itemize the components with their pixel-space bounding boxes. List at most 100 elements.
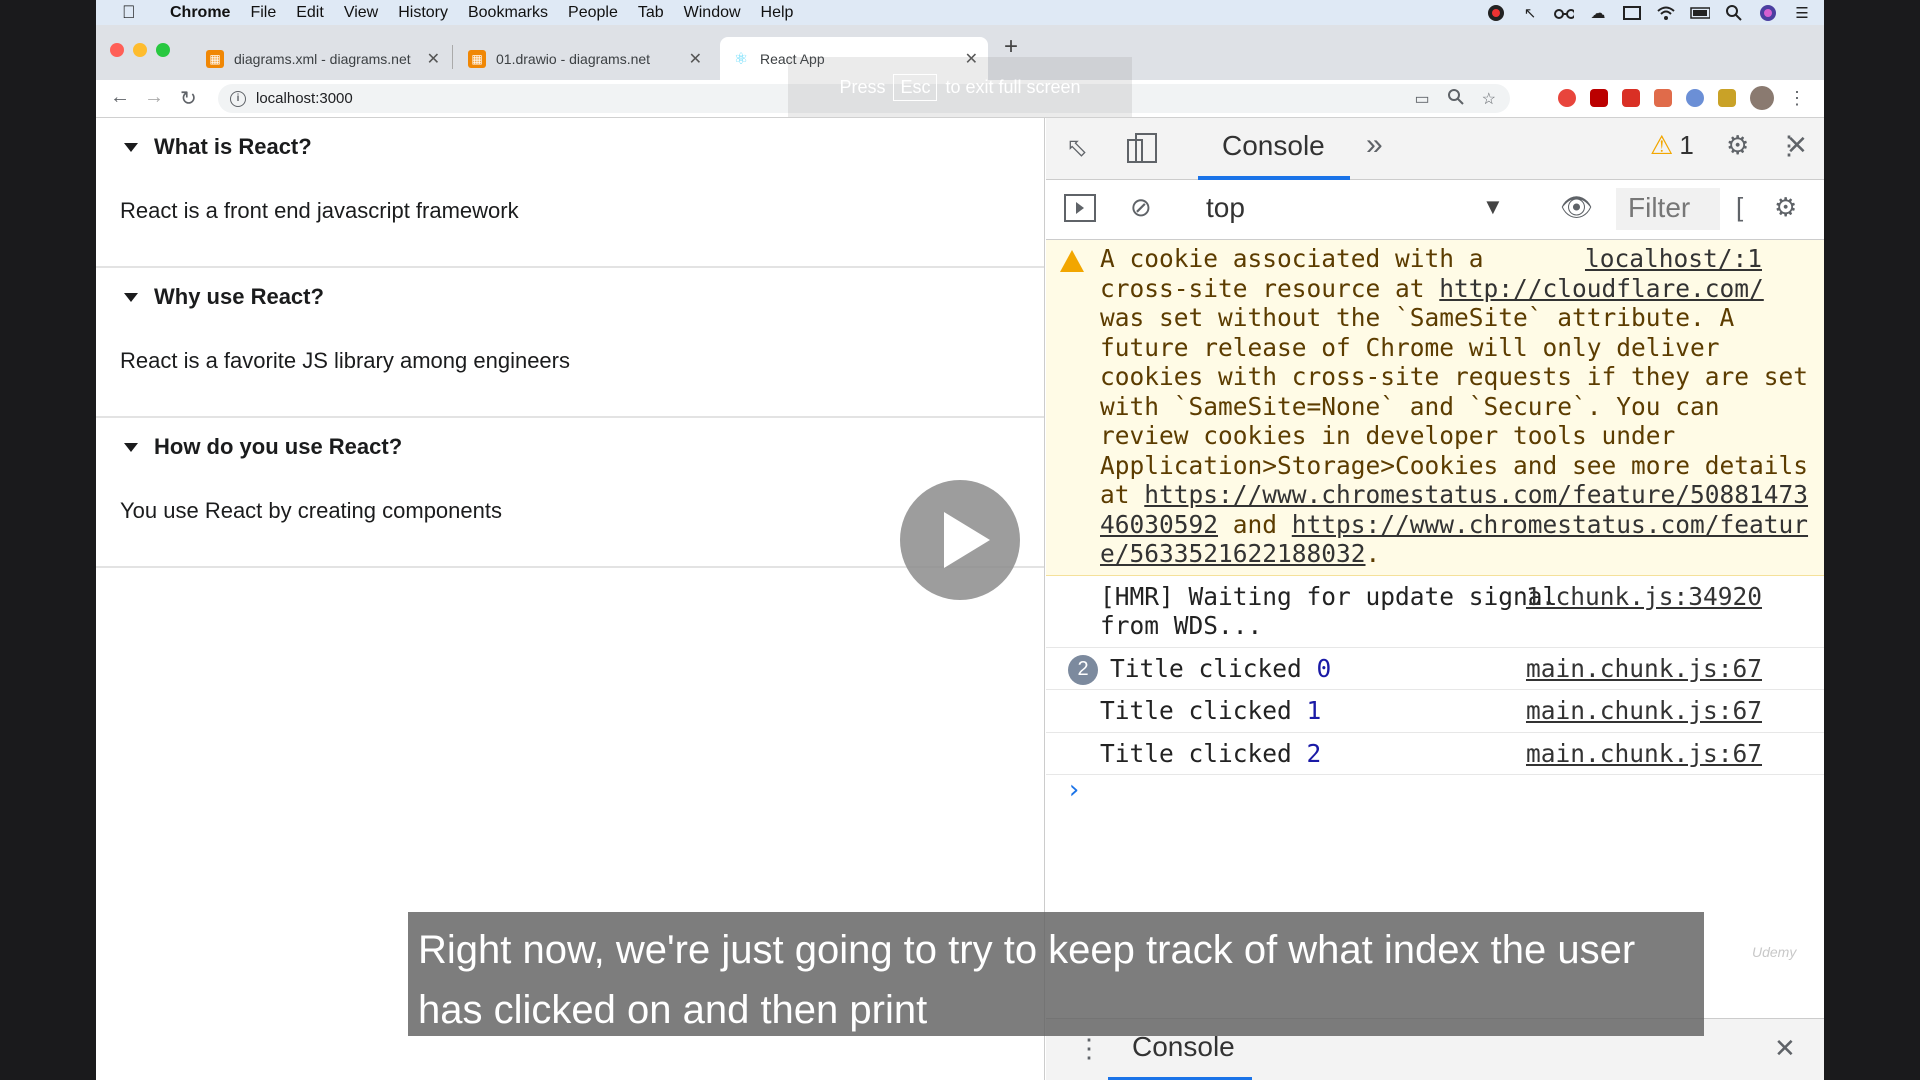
menu-help[interactable]: Help: [761, 4, 794, 22]
device-toolbar-icon[interactable]: [1126, 132, 1158, 171]
toast-text: to exit full screen: [945, 76, 1081, 97]
extension-red-icon[interactable]: [1558, 89, 1576, 107]
siri-icon[interactable]: [1758, 4, 1778, 21]
console-message: Title clicked 1 main.chunk.js:67: [1046, 690, 1824, 733]
close-window-button[interactable]: [110, 43, 124, 57]
drawio-favicon-icon: ▦: [206, 49, 224, 68]
notification-center-icon[interactable]: ☰: [1792, 5, 1812, 22]
reload-icon[interactable]: ↻: [180, 86, 197, 111]
ublock-icon[interactable]: [1590, 89, 1608, 107]
message-source-link[interactable]: main.chunk.js:67: [1526, 696, 1762, 726]
cursor-icon[interactable]: ↖: [1520, 5, 1540, 22]
menu-bookmarks[interactable]: Bookmarks: [468, 4, 548, 22]
tab-title: 01.drawio - diagrams.net: [496, 50, 651, 67]
accordion-content: You use React by creating components: [120, 498, 502, 523]
menu-history[interactable]: History: [398, 4, 448, 22]
menu-people[interactable]: People: [568, 4, 618, 22]
more-tabs-icon[interactable]: »: [1366, 128, 1383, 162]
settings-gear-icon[interactable]: ⚙: [1726, 130, 1749, 161]
spotlight-search-icon[interactable]: [1724, 4, 1744, 21]
tab-title: diagrams.xml - diagrams.net: [234, 50, 411, 67]
glasses-icon[interactable]: [1554, 5, 1574, 21]
bookmark-star-icon[interactable]: ☆: [1482, 89, 1496, 110]
tab-console[interactable]: Console: [1222, 130, 1325, 162]
warning-count: 1: [1679, 130, 1694, 160]
zoom-icon[interactable]: [1447, 89, 1464, 110]
dropdown-caret-icon: [124, 142, 138, 152]
extension-dots-icon[interactable]: [1622, 89, 1640, 107]
warning-counter[interactable]: ⚠ 1: [1650, 130, 1694, 161]
toast-key: Esc: [893, 73, 938, 101]
context-selector[interactable]: top: [1206, 192, 1245, 224]
cast-icon[interactable]: ▭: [1415, 89, 1430, 110]
chrome-menu-icon[interactable]: ⋮: [1788, 88, 1806, 109]
minimize-window-button[interactable]: [133, 43, 147, 57]
close-devtools-icon[interactable]: ✕: [1786, 130, 1808, 161]
context-dropdown-icon[interactable]: ▼: [1482, 194, 1504, 220]
url-text[interactable]: localhost:3000: [256, 90, 353, 107]
profile-avatar[interactable]: [1750, 86, 1774, 110]
message-source-link[interactable]: main.chunk.js:67: [1526, 739, 1762, 769]
css-extension-icon[interactable]: [1718, 89, 1736, 107]
message-value: 2: [1306, 738, 1322, 768]
react-favicon-icon: ⚛: [732, 49, 750, 68]
tab-divider: [452, 45, 453, 69]
accordion-title[interactable]: How do you use React?: [124, 434, 402, 460]
console-toolbar: ⊘ top ▼ 👁 Filter [ ⚙: [1046, 180, 1824, 240]
message-value: 0: [1316, 653, 1332, 683]
extension-blue-icon[interactable]: [1686, 89, 1704, 107]
video-play-icon[interactable]: [900, 480, 1020, 600]
zoom-window-button[interactable]: [156, 43, 170, 57]
tab-close-icon[interactable]: ✕: [427, 49, 440, 69]
menu-view[interactable]: View: [344, 4, 378, 22]
menu-file[interactable]: File: [250, 4, 276, 22]
accordion-content: React is a front end javascript framewor…: [120, 198, 519, 223]
tab-close-icon[interactable]: ✕: [689, 49, 702, 69]
app-status-icon[interactable]: [1486, 4, 1506, 21]
accordion-title-text: What is React?: [154, 134, 312, 159]
element-picker-icon[interactable]: ⬁: [1066, 132, 1088, 163]
drawer-menu-icon[interactable]: ⋮: [1076, 1033, 1102, 1064]
warning-link[interactable]: http://cloudflare.com/: [1439, 274, 1764, 303]
close-drawer-icon[interactable]: ✕: [1774, 1033, 1796, 1064]
menu-app[interactable]: Chrome: [170, 4, 230, 22]
tab-01-drawio[interactable]: ▦ 01.drawio - diagrams.net ✕: [456, 37, 712, 80]
message-value: 1: [1306, 696, 1322, 725]
window-controls: [110, 43, 170, 57]
accordion-title-text: Why use React?: [154, 284, 324, 309]
back-arrow-icon[interactable]: ←: [110, 86, 130, 109]
udemy-watermark: Udemy: [1752, 944, 1797, 960]
console-message: 2 Title clicked 0 main.chunk.js:67: [1046, 648, 1824, 690]
message-text: Title clicked: [1100, 738, 1292, 768]
warning-text: and: [1218, 509, 1292, 539]
display-icon[interactable]: [1622, 5, 1642, 21]
menu-tab[interactable]: Tab: [638, 4, 664, 22]
console-settings-gear-icon[interactable]: ⚙: [1774, 192, 1797, 223]
menu-edit[interactable]: Edit: [296, 4, 324, 22]
dropdown-caret-icon: [124, 292, 138, 302]
battery-icon[interactable]: [1690, 5, 1710, 21]
levels-dropdown-icon[interactable]: [: [1736, 192, 1743, 223]
warning-source-link[interactable]: localhost/:1: [1585, 244, 1762, 274]
sidebar-toggle-icon[interactable]: [1064, 194, 1096, 229]
message-source-link[interactable]: main.chunk.js:67: [1526, 654, 1762, 684]
clear-console-icon[interactable]: ⊘: [1130, 192, 1152, 223]
wifi-icon[interactable]: [1656, 5, 1676, 21]
extension-image-icon[interactable]: [1654, 89, 1672, 107]
live-expression-eye-icon[interactable]: 👁: [1560, 192, 1593, 223]
fullscreen-toast: Press Esc to exit full screen: [788, 57, 1132, 117]
tab-diagrams-xml[interactable]: ▦ diagrams.xml - diagrams.net ✕: [194, 37, 450, 80]
console-prompt[interactable]: ›: [1046, 775, 1824, 815]
warning-text: .: [1365, 539, 1381, 568]
forward-arrow-icon[interactable]: →: [144, 86, 164, 109]
site-info-icon[interactable]: i: [230, 90, 246, 107]
filter-input[interactable]: Filter: [1616, 188, 1720, 230]
warning-icon: ⚠: [1650, 130, 1674, 160]
apple-icon[interactable]: : [122, 2, 146, 23]
menu-window[interactable]: Window: [684, 4, 741, 22]
cloud-icon[interactable]: ☁: [1588, 5, 1608, 22]
message-text: Title clicked: [1110, 653, 1302, 683]
accordion-title[interactable]: What is React?: [124, 134, 312, 160]
accordion-title[interactable]: Why use React?: [124, 284, 324, 310]
message-source-link[interactable]: 1.chunk.js:34920: [1526, 582, 1762, 612]
